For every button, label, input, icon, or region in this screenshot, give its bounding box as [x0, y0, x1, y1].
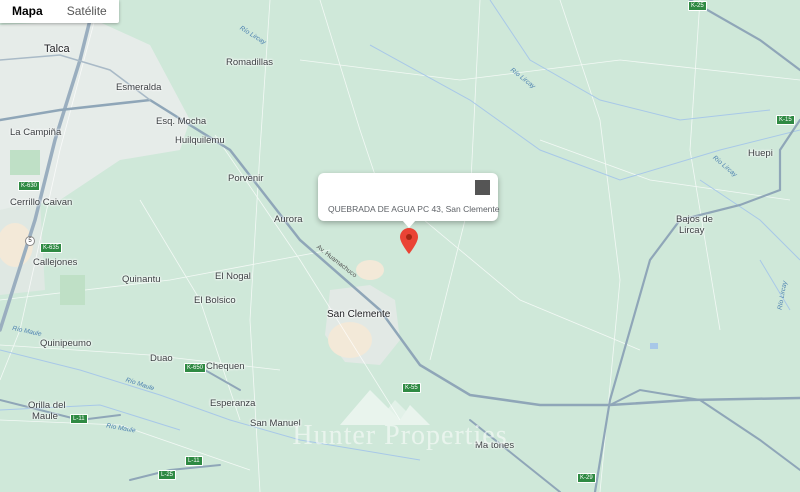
close-icon[interactable] — [475, 180, 490, 195]
route-shield-k650: K-650 — [184, 363, 207, 373]
info-window-address: QUEBRADA DE AGUA PC 43, San Clemente — [328, 204, 500, 214]
place-label-quinantu: Quinantu — [122, 274, 161, 285]
park-patch — [60, 275, 85, 305]
place-label-aurora: Aurora — [274, 214, 303, 225]
place-label-esq-mocha: Esq. Mocha — [156, 116, 207, 127]
watermark-logo — [340, 390, 430, 425]
route-shield-k630: K-630 — [18, 181, 41, 191]
route-shield-k29: K-29 — [577, 473, 596, 483]
route-shield-k25: K-25 — [688, 1, 707, 11]
water-patch — [650, 343, 658, 349]
watermark: Hunter Properties — [255, 380, 545, 460]
map-type-map-button[interactable]: Mapa — [0, 0, 55, 23]
route-shield-5: 5 — [25, 236, 35, 246]
place-label-huepi: Huepi — [748, 148, 773, 159]
place-label-chequen: Chequen — [206, 361, 245, 372]
location-pin-icon[interactable] — [400, 228, 418, 254]
place-label-san-clemente: San Clemente — [327, 309, 391, 320]
info-window-tail — [402, 220, 416, 228]
route-shield-l11: L-11 — [70, 414, 88, 424]
place-label-cerrillo-caivan: Cerrillo Caivan — [10, 197, 73, 208]
route-shield-l11: L-11 — [185, 456, 203, 466]
place-label-esperanza: Esperanza — [210, 398, 256, 409]
route-shield-k15: K-15 — [776, 115, 795, 125]
place-label-huilquilemu: Huilquilemu — [175, 135, 225, 146]
place-label-maule: Maule — [32, 411, 58, 422]
place-label-la-campina: La Campiña — [10, 127, 62, 138]
watermark-text: Hunter Properties — [292, 420, 508, 451]
place-label-romadillas: Romadillas — [226, 57, 273, 68]
map-type-satellite-button[interactable]: Satélite — [55, 0, 119, 23]
sand-patch — [356, 260, 384, 280]
map-type-control: Mapa Satélite — [0, 0, 119, 23]
place-label-porvenir: Porvenir — [228, 173, 264, 184]
place-label-duao: Duao — [150, 353, 173, 364]
place-label-esmeralda: Esmeralda — [116, 82, 162, 93]
place-label-lircay: Lircay — [679, 225, 705, 236]
route-shield-k635: K-635 — [40, 243, 63, 253]
place-label-el-nogal: El Nogal — [215, 271, 251, 282]
info-window: QUEBRADA DE AGUA PC 43, San Clemente — [318, 173, 500, 228]
park-patch — [10, 150, 40, 175]
place-label-bajos-de: Bajos de — [676, 214, 713, 225]
place-label-quinipeumo: Quinipeumo — [40, 338, 92, 349]
route-shield-l25: L-25 — [158, 470, 177, 480]
place-label-orilla-del: Orilla del — [28, 400, 66, 411]
place-label-talca: Talca — [44, 43, 70, 55]
place-label-el-bolsico: El Bolsico — [194, 295, 236, 306]
place-label-callejones: Callejones — [33, 257, 78, 268]
